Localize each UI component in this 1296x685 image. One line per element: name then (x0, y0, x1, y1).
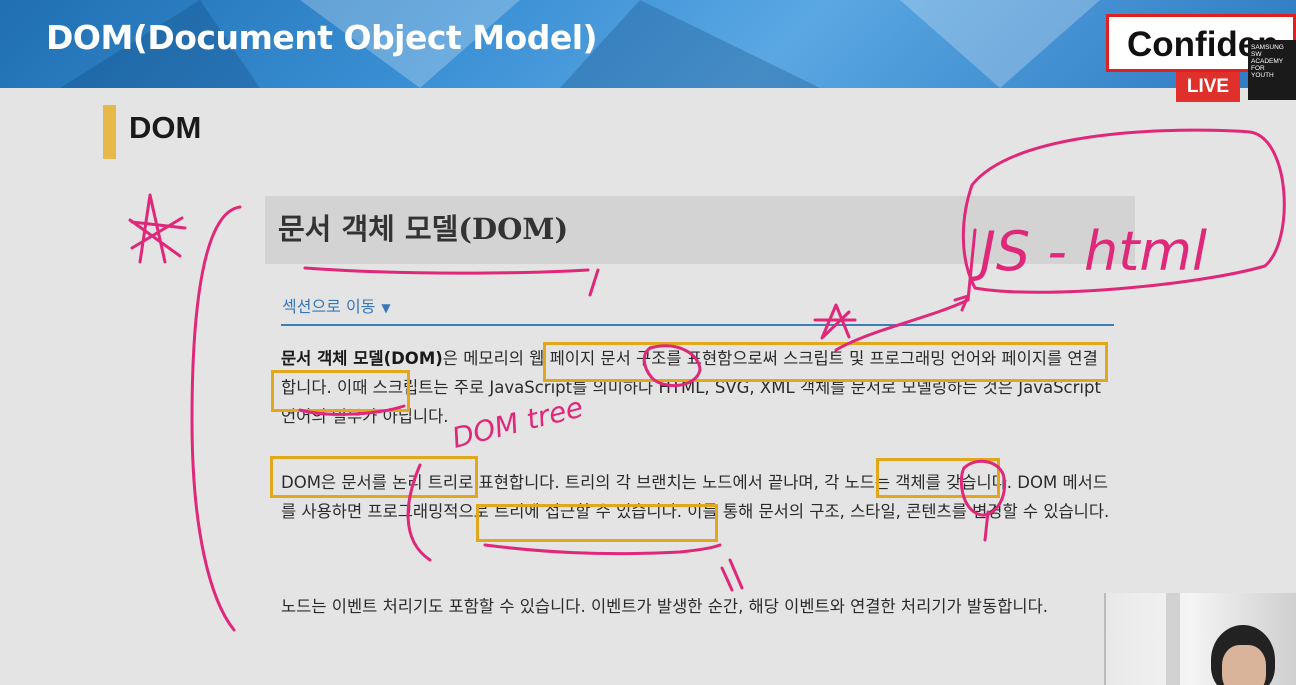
section-marker (103, 105, 116, 159)
highlight-box (270, 456, 478, 498)
highlight-box (543, 342, 1108, 382)
section-title: DOM (129, 110, 202, 145)
highlight-box (476, 504, 718, 542)
logo-line: FOR (1251, 65, 1265, 72)
highlight-box (271, 370, 410, 412)
tick-mark (588, 268, 600, 297)
slide-header: DOM(Document Object Model) (0, 0, 1296, 88)
live-badge: LIVE (1176, 72, 1240, 102)
webcam-wall-panel (1166, 593, 1180, 685)
jump-link-label: 섹션으로 이동 (282, 297, 376, 316)
logo-line: ACADEMY (1251, 58, 1284, 65)
tree-wave (483, 543, 722, 556)
logo-line: SW (1251, 51, 1262, 58)
paragraph-3: 노드는 이벤트 처리기도 포함할 수 있습니다. 이벤트가 발생한 순간, 해당… (281, 597, 1049, 616)
caret-down-icon: ▼ (381, 301, 391, 315)
slash-1 (720, 566, 734, 592)
presenter-face (1222, 645, 1266, 685)
webcam-feed (1104, 593, 1296, 685)
star-doodle (128, 193, 187, 264)
logo-line: YOUTH (1251, 72, 1274, 79)
academy-logo: SAMSUNG SW ACADEMY FOR YOUTH (1248, 40, 1296, 100)
section-divider (281, 324, 1114, 326)
bracket-stroke (190, 205, 242, 632)
slash-2 (728, 558, 744, 590)
highlight-box (876, 458, 1000, 498)
slide-title: DOM(Document Object Model) (46, 18, 598, 57)
jump-to-section-link[interactable]: 섹션으로 이동 ▼ (282, 293, 391, 317)
heading-underline (303, 266, 590, 275)
logo-line: SAMSUNG (1251, 44, 1284, 51)
paragraph-1-bold: 문서 객체 모델(DOM) (281, 349, 443, 368)
doc-heading: 문서 객체 모델(DOM) (278, 212, 569, 246)
star-mid (813, 303, 857, 340)
